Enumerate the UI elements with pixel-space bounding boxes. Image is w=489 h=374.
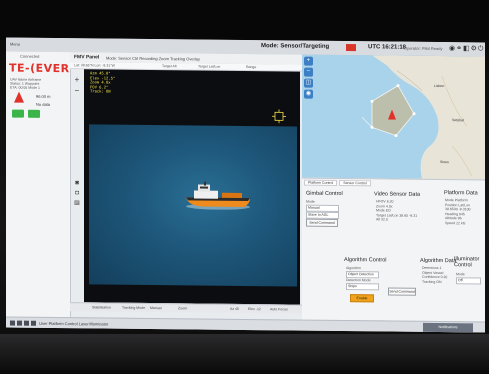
tab-platform-control[interactable]: Platform Control (304, 179, 338, 186)
layers-icon[interactable]: ▤ (72, 198, 82, 208)
algorithm-data-values: Detections 1 Object Vessel Confidence 0.… (422, 266, 448, 284)
map-layers-icon[interactable]: ◫ (304, 78, 313, 88)
gimbal-mode-label: Mode (306, 199, 315, 204)
algorithm-data-value: Tracking ON (422, 279, 442, 284)
map-canvas (361, 55, 485, 180)
auto-focus-toggle[interactable]: Auto Focus (270, 307, 288, 311)
fmv-sub-coords: Lat: 38.65°N Lon: -9.31°W (74, 63, 115, 68)
menu-button[interactable]: Menu (10, 42, 20, 47)
uav-heading-icon (14, 91, 24, 103)
gimbal-send-button[interactable]: Send Command (306, 218, 338, 227)
algorithm-send-button[interactable]: Send Command (388, 287, 416, 296)
vessel-target[interactable] (184, 181, 252, 210)
taskbar-app-icon[interactable] (24, 321, 29, 327)
osd-line: Track: ON (90, 88, 111, 94)
monitor-bezel-top (0, 0, 489, 40)
detection-mode-select[interactable]: Ships (346, 283, 379, 291)
mode-label: Mode: Sensor/Targeting (261, 43, 330, 50)
crosshair-icon (272, 109, 286, 124)
zoom-control[interactable]: Zoom (178, 306, 187, 310)
confirm-button[interactable] (28, 109, 40, 118)
zoom-out-icon[interactable]: − (72, 85, 82, 96)
tekever-logo: TE-(EVER (9, 61, 70, 76)
taskbar-left: User Platform Control Laser/Illuminator (10, 321, 108, 327)
taskbar-app-icon[interactable] (31, 321, 36, 327)
map-zoom-in-icon[interactable]: + (304, 56, 313, 66)
video-sensor-title: Video Sensor Data (374, 191, 421, 198)
utc-clock: UTC 16:21:18 (368, 44, 407, 51)
tab-sensor-control[interactable]: Sensor Control (339, 179, 371, 187)
map-view[interactable]: + − ◫ ◉ Lisbon Setúbal Sines (302, 54, 485, 180)
monitor-bezel-bottom (0, 334, 489, 374)
settings-icon[interactable]: ⚙ (471, 45, 478, 52)
algorithm-enable-button[interactable]: Enable (350, 294, 374, 303)
zoom-in-icon[interactable]: + (72, 74, 82, 85)
map-place-label: Lisbon (434, 83, 445, 89)
elevation-readout: Elev -12 (248, 307, 261, 312)
azimuth-readout: Az 45 (230, 306, 239, 311)
fmv-sub-range: Range (246, 65, 257, 70)
stabilisation-toggle[interactable]: Stabilisation (92, 305, 111, 309)
map-camera-icon[interactable]: ◉ (304, 89, 313, 99)
record-icon[interactable]: ◘ (72, 188, 82, 198)
platform-data-title: Platform Data (444, 190, 478, 197)
video-side-icons: ◙ ◘ ▤ (72, 178, 82, 208)
link-icon[interactable]: ⚭ (456, 45, 463, 52)
connection-status: Connected (20, 53, 40, 59)
user-status: Operator: Pilot Ready (404, 45, 443, 52)
platform-data-values: Mode Platform Position Lat/Lon 38.6500 -… (445, 198, 471, 225)
power-icon[interactable]: ⏻ (478, 45, 485, 52)
illuminator-mode-label: Mode (456, 272, 465, 277)
map-place-label: Sines (440, 160, 449, 165)
illuminator-control-title: Illuminator Control (454, 256, 480, 269)
fmv-sub-target-latlon: Target Lat/Lon (198, 64, 221, 69)
left-panel: Connected TE-(EVER UAV Name Airframe Sta… (6, 51, 71, 318)
snapshot-icon[interactable]: ◙ (72, 178, 82, 188)
gimbal-control-title: Gimbal Control (306, 190, 343, 198)
taskbar-items[interactable]: User Platform Control Laser/Illuminator (39, 321, 108, 327)
fmv-bottom-bar: Stabilisation Tracking Mode Manual Zoom … (70, 302, 302, 314)
fmv-options[interactable]: Mode: Sensor Ctrl Recording Zoom Trackin… (106, 56, 200, 62)
topbar-icons: ◉⚭◧⚙⏻ (449, 44, 484, 53)
video-feed[interactable]: Azm 45.0° Elev -12.5° Zoom 4.0x FOV 6.2°… (84, 69, 300, 305)
video-sensor-values: HFOV 6.20 Zoom 4.0x Mode EO Target Lat/L… (376, 199, 417, 222)
notifications-button[interactable]: Notifications (423, 322, 473, 333)
map-zoom-out-icon[interactable]: − (304, 67, 313, 77)
tracking-mode-select[interactable]: Manual (150, 306, 161, 310)
taskbar-app-icon[interactable] (17, 321, 22, 327)
video-zoom-tools: + − (72, 74, 82, 134)
taskbar-app-icon[interactable] (10, 320, 15, 327)
algorithm-label: Algorithm (346, 266, 361, 271)
no-data-label: No data (36, 101, 51, 107)
control-panels: Platform Control Sensor Control Gimbal C… (302, 177, 485, 323)
altitude-value: 96.00 m (36, 93, 51, 99)
fmv-sub-target-alt: Target Alt (162, 64, 177, 69)
fmv-title: FMV Panel (74, 54, 100, 61)
platform-data-value: Speed 22 kts (445, 220, 466, 225)
video-sensor-value: Alt 32.0 (376, 217, 388, 222)
map-tools: + − ◫ ◉ (304, 56, 314, 101)
screen: Menu Mode: Sensor/Targeting UTC 16:21:18… (6, 37, 485, 333)
arm-button[interactable] (12, 109, 24, 118)
algorithm-data-title: Algorithm Data (420, 257, 457, 265)
uav-info-line: ETA: 00:00 Mode 1 (10, 85, 40, 90)
sea-surface (89, 124, 297, 287)
uav-info: UAV Name Airframe Status: 1 Waypoint ETA… (10, 78, 66, 91)
tracking-mode-label: Tracking Mode (122, 305, 146, 310)
mode-status-badge[interactable] (346, 44, 356, 52)
algorithm-control-title: Algorithm Control (344, 257, 387, 264)
control-tabs: Platform Control Sensor Control (304, 179, 372, 187)
camera-icon[interactable]: ◧ (463, 45, 471, 52)
video-osd: Azm 45.0° Elev -12.5° Zoom 4.0x FOV 6.2°… (90, 70, 115, 94)
map-place-label: Setúbal (452, 118, 464, 123)
illuminator-mode-select[interactable]: Off (456, 277, 481, 285)
